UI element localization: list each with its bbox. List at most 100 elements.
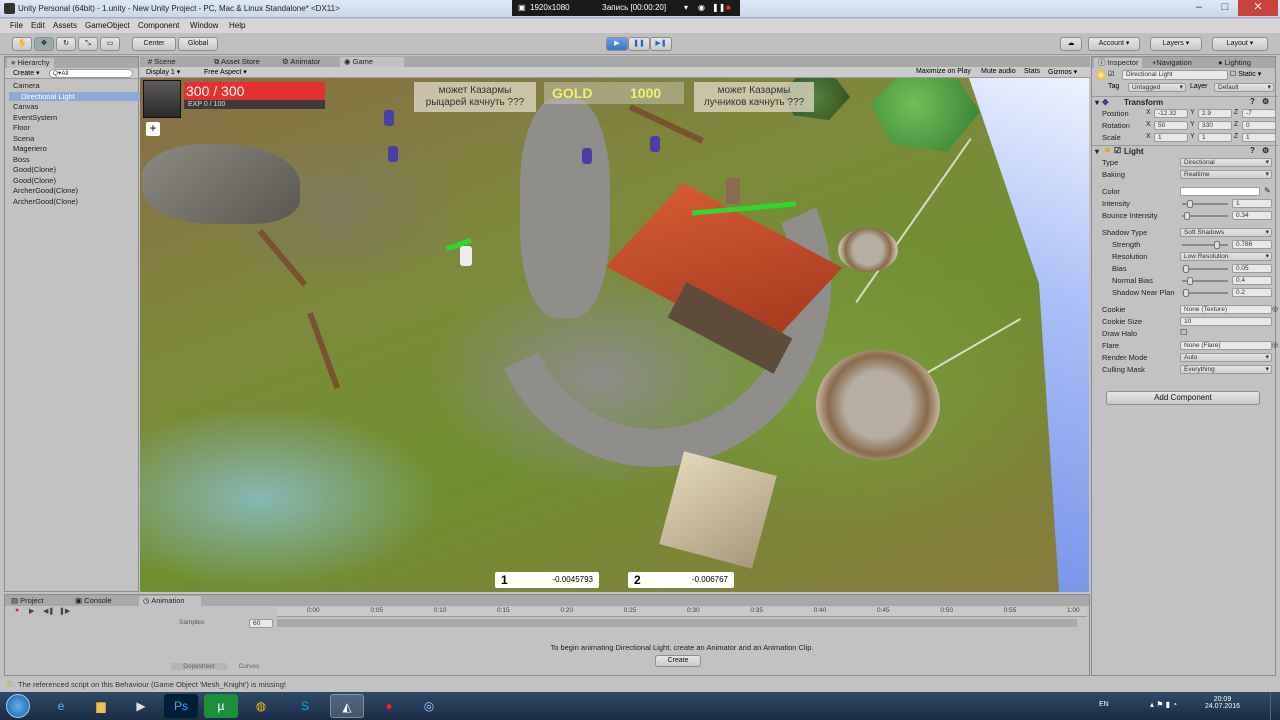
hierarchy-item[interactable]: Boss (13, 155, 30, 164)
enemy-unit[interactable] (388, 146, 398, 162)
slider-knob[interactable] (1186, 200, 1193, 208)
slider-knob[interactable] (1183, 265, 1190, 273)
display-dropdown[interactable]: Display 1 ▾ (146, 68, 180, 76)
aspect-dropdown[interactable]: Free Aspect ▾ (204, 68, 304, 76)
cookie-value-field[interactable]: None (Texture) (1180, 305, 1272, 314)
pivot-center-toggle[interactable]: Center (132, 37, 176, 51)
hierarchy-item[interactable]: ArcherGood(Clone) (13, 186, 78, 195)
rotation-y-field[interactable]: 330 (1198, 121, 1232, 130)
unity-taskbar-icon[interactable]: ◭ (330, 694, 364, 718)
active-checkbox[interactable]: ☑ (1108, 70, 1114, 78)
light-color-swatch[interactable] (1180, 187, 1260, 196)
tab-animation[interactable]: ◷ Animation (139, 596, 201, 606)
baking-value-dropdown[interactable]: Realtime (1180, 170, 1272, 179)
maximize-button[interactable]: □ (1212, 0, 1238, 16)
media-player-icon[interactable]: ▶ (124, 694, 158, 718)
transform-header[interactable]: ▾ ✥ Transform ? ⚙ (1092, 96, 1278, 108)
pause-icon[interactable]: ❚❚ (712, 3, 725, 12)
timeline-scrollbar[interactable] (277, 619, 1077, 627)
menu-help[interactable]: Help (229, 21, 245, 30)
position-y-field[interactable]: 2.9 (1198, 109, 1232, 118)
move-tool-icon[interactable]: ✥ (34, 37, 54, 51)
tag-dropdown[interactable]: Untagged (1128, 83, 1186, 92)
intensity-value-field[interactable]: 1 (1232, 199, 1272, 208)
rotate-tool-icon[interactable]: ↻ (56, 37, 76, 51)
hierarchy-search-input[interactable]: Q▾All (49, 69, 133, 78)
bounce-value-slider[interactable] (1182, 212, 1228, 220)
menu-assets[interactable]: Assets (53, 21, 77, 30)
light-help-icon[interactable]: ? (1250, 146, 1255, 155)
clock[interactable]: 20:09 24.07.2016 (1205, 696, 1240, 710)
layer-dropdown[interactable]: Default (1214, 83, 1274, 92)
rotation-z-field[interactable]: 0 (1242, 121, 1276, 130)
record-icon[interactable]: ● (15, 607, 19, 614)
hierarchy-item[interactable]: Camera (13, 81, 40, 90)
hierarchy-item[interactable]: Canvas (13, 102, 38, 111)
status-bar[interactable]: ⚠ The referenced script on this Behaviou… (0, 677, 1280, 691)
object-name-field[interactable]: Directional Light (1122, 70, 1228, 80)
normal-bias-value-field[interactable]: 0.4 (1232, 276, 1272, 285)
tab-project[interactable]: ▤ Project (7, 596, 48, 606)
hero-avatar[interactable] (143, 80, 181, 118)
object-picker-icon[interactable]: ◎ (1272, 341, 1278, 349)
create-animation-button[interactable]: Create (655, 655, 701, 667)
scale-y-field[interactable]: 1 (1198, 133, 1232, 142)
recorder-taskbar-icon[interactable]: ● (372, 694, 406, 718)
menu-component[interactable]: Component (138, 21, 179, 30)
flare-value-field[interactable]: None (Flare) (1180, 341, 1272, 350)
maximize-on-play-toggle[interactable]: Maximize on Play (916, 68, 971, 75)
hierarchy-item[interactable]: Floor (13, 123, 30, 132)
enemy-unit[interactable] (582, 148, 592, 164)
scale-z-field[interactable]: 1 (1242, 133, 1276, 142)
cookie-size-value-field[interactable]: 10 (1180, 317, 1272, 326)
normal-bias-value-slider[interactable] (1182, 277, 1228, 285)
layout-dropdown[interactable]: Layout ▾ (1212, 37, 1268, 51)
gizmos-dropdown[interactable]: Gizmos ▾ (1048, 68, 1077, 76)
intensity-value-slider[interactable] (1182, 200, 1228, 208)
strength-value-slider[interactable] (1182, 241, 1228, 249)
tab-hierarchy[interactable]: ≡ Hierarchy (7, 58, 54, 68)
tab-scene[interactable]: # Scene (144, 57, 180, 67)
account-dropdown[interactable]: Account ▾ (1088, 37, 1140, 51)
create-dropdown[interactable]: Create ▾ (13, 69, 39, 77)
tab-navigation[interactable]: +Navigation (1148, 58, 1196, 68)
mute-audio-toggle[interactable]: Mute audio (981, 68, 1016, 75)
layers-dropdown[interactable]: Layers ▾ (1150, 37, 1202, 51)
hierarchy-item[interactable]: ArcherGood(Clone) (13, 197, 78, 206)
cloud-icon[interactable]: ☁ (1060, 37, 1082, 51)
anim-play-icon[interactable]: ▶ (29, 607, 34, 615)
camera-icon[interactable]: ◉ (698, 3, 705, 12)
minimize-button[interactable]: – (1186, 0, 1212, 16)
tab-game[interactable]: ◉ Game (340, 57, 404, 67)
space-global-toggle[interactable]: Global (178, 37, 218, 51)
tab-asset-store[interactable]: ⧉ Asset Store (210, 57, 264, 67)
hierarchy-item[interactable]: Scena (13, 134, 34, 143)
chrome-icon[interactable]: ◍ (244, 694, 278, 718)
culling-value-dropdown[interactable]: Everything (1180, 365, 1272, 374)
object-picker-icon[interactable]: ◎ (1272, 305, 1278, 313)
position-x-field[interactable]: -12.32 (1154, 109, 1188, 118)
hierarchy-item[interactable]: EventSystem (13, 113, 57, 122)
dopesheet-tab[interactable]: Dopesheet (171, 663, 227, 670)
type-value-dropdown[interactable]: Directional (1180, 158, 1272, 167)
prev-key-icon[interactable]: ◀❚ (43, 607, 54, 615)
transform-help-icon[interactable]: ? (1250, 97, 1255, 106)
menu-file[interactable]: File (10, 21, 23, 30)
hand-tool-icon[interactable]: ✋ (12, 37, 32, 51)
slider-knob[interactable] (1186, 277, 1193, 285)
samples-field[interactable]: 60 (249, 619, 273, 628)
close-button[interactable]: ✕ (1238, 0, 1278, 16)
hierarchy-item[interactable]: Good(Clone) (13, 165, 56, 174)
app-taskbar-icon[interactable]: ◎ (412, 694, 446, 718)
step-button[interactable]: ▶❚ (650, 37, 672, 51)
file-explorer-icon[interactable]: ▆ (84, 694, 118, 718)
menu-edit[interactable]: Edit (31, 21, 45, 30)
hierarchy-item[interactable]: Mageriero (13, 144, 47, 153)
enemy-unit[interactable] (650, 136, 660, 152)
stats-toggle[interactable]: Stats (1024, 68, 1040, 75)
slider-knob[interactable] (1183, 212, 1190, 220)
static-checkbox[interactable]: ☐ Static ▾ (1230, 70, 1261, 78)
pause-button[interactable]: ❚❚ (628, 37, 650, 51)
position-z-field[interactable]: -7 (1242, 109, 1276, 118)
skype-icon[interactable]: S (288, 694, 322, 718)
